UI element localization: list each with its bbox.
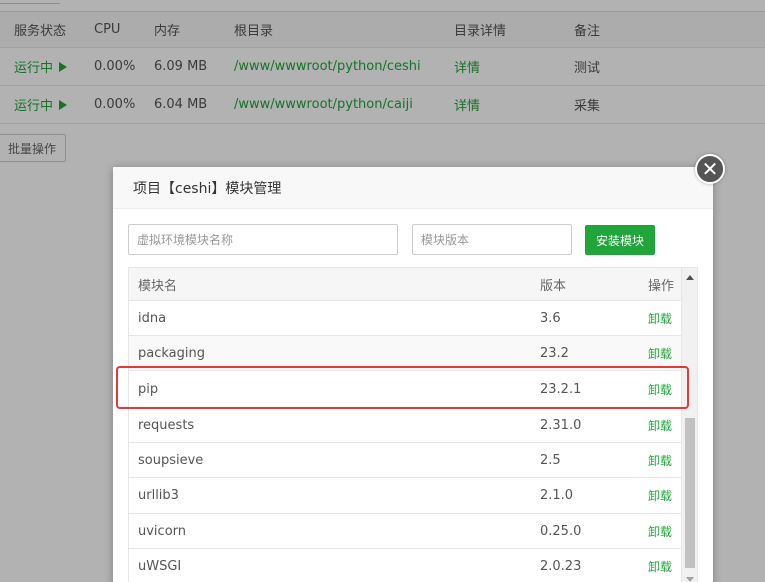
module-table-header: 模块名 版本 操作	[129, 268, 681, 301]
module-version: 23.2.1	[540, 381, 582, 397]
dialog-title: 项目【ceshi】模块管理	[113, 167, 713, 209]
module-row-soupsieve: soupsieve 2.5 卸载	[129, 443, 681, 478]
column-version: 版本	[540, 278, 567, 294]
module-name: requests	[138, 417, 195, 433]
uninstall-link[interactable]: 卸载	[648, 514, 672, 548]
module-row-urllib3: urllib3 2.1.0 卸载	[129, 478, 681, 514]
module-table-scrollbar[interactable]	[681, 268, 697, 582]
close-icon[interactable]: ✕	[695, 154, 725, 184]
module-row-uvicorn: uvicorn 0.25.0 卸载	[129, 514, 681, 549]
scroll-down-arrow-icon[interactable]	[686, 577, 694, 582]
module-row-uwsgi: uWSGI 2.0.23 卸载	[129, 549, 681, 582]
module-name: uvicorn	[138, 523, 187, 539]
uninstall-link[interactable]: 卸载	[648, 408, 672, 442]
module-version: 2.0.23	[540, 558, 582, 574]
module-row-packaging: packaging 23.2 卸载	[129, 336, 681, 371]
module-table: 模块名 版本 操作 idna 3.6 卸载 packaging 23.2 卸载 …	[128, 267, 698, 582]
module-name: pip	[138, 381, 159, 397]
uninstall-link[interactable]: 卸载	[648, 371, 672, 407]
uninstall-link[interactable]: 卸载	[648, 443, 672, 477]
module-version: 2.5	[540, 452, 561, 468]
scroll-up-arrow-icon[interactable]	[686, 275, 694, 280]
module-version: 2.31.0	[540, 417, 582, 433]
module-management-dialog: 项目【ceshi】模块管理 安装模块 模块名 版本 操作 idna 3.6 卸载…	[113, 167, 713, 582]
module-name: packaging	[138, 345, 205, 361]
column-module-name: 模块名	[138, 278, 178, 294]
module-row-requests: requests 2.31.0 卸载	[129, 408, 681, 443]
uninstall-link[interactable]: 卸载	[648, 549, 672, 582]
module-version: 3.6	[540, 310, 561, 326]
uninstall-link[interactable]: 卸载	[648, 336, 672, 370]
module-name-input[interactable]	[128, 224, 398, 255]
module-version: 0.25.0	[540, 523, 582, 539]
uninstall-link[interactable]: 卸载	[648, 478, 672, 513]
install-module-button[interactable]: 安装模块	[585, 225, 655, 255]
module-version-input[interactable]	[412, 224, 572, 255]
uninstall-link[interactable]: 卸载	[648, 301, 672, 335]
module-name: urllib3	[138, 488, 179, 503]
module-version: 2.1.0	[540, 488, 574, 503]
column-action: 操作	[648, 278, 675, 294]
module-row-pip: pip 23.2.1 卸载	[129, 371, 681, 408]
module-version: 23.2	[540, 345, 569, 361]
module-name: idna	[138, 310, 167, 326]
module-name: uWSGI	[138, 558, 182, 574]
module-row-idna: idna 3.6 卸载	[129, 301, 681, 336]
module-name: soupsieve	[138, 452, 204, 468]
scrollbar-thumb[interactable]	[685, 418, 695, 568]
